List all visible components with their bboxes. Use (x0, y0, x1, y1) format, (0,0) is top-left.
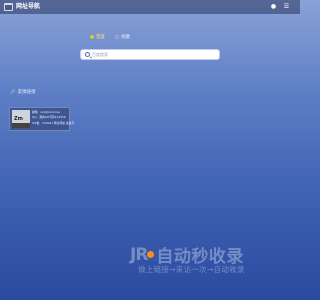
thumbnail-bar (12, 123, 30, 128)
site-logo[interactable] (4, 3, 13, 11)
search-engine-tabs: ● 百度 ○ 谷歌 (90, 34, 130, 42)
site-title[interactable]: 网址导航 (16, 2, 40, 12)
card-thumbnail: Zm (12, 110, 30, 128)
link-card[interactable]: Zm 邮箱：zxx@xxxx.top QQ：我的QQ号码123456 ICP备：… (9, 107, 75, 131)
top-bar: 网址导航 ● ☰ (0, 0, 300, 14)
logo-screen-icon (5, 5, 12, 10)
watermark-subtitle: 做上链接→来访一次→自动收录 (138, 265, 245, 274)
selected-dot-icon: ● (90, 35, 94, 40)
section-header: 🔗 友情链接 (10, 90, 36, 96)
search-icon[interactable] (85, 52, 90, 57)
watermark-jr-icon: JR (130, 244, 148, 265)
card-info: 邮箱：zxx@xxxx.top QQ：我的QQ号码123456 ICP备：XX2… (32, 110, 75, 126)
section-title: 友情链接 (17, 90, 36, 95)
tab-label: 谷歌 (120, 35, 130, 40)
watermark-dot-icon (147, 251, 155, 258)
unselected-dot-icon: ○ (114, 35, 119, 40)
menu-icon[interactable]: ☰ (283, 3, 290, 10)
search-box (80, 49, 220, 60)
thumbnail-text: Zm (14, 116, 23, 122)
tab-google[interactable]: ○ 谷歌 (115, 34, 130, 42)
tab-baidu[interactable]: ● 百度 (90, 34, 105, 42)
card-icp: ICP备：XX2021 网址导航 备案号 (32, 120, 75, 125)
search-input[interactable] (92, 50, 217, 59)
user-icon[interactable]: ● (270, 3, 277, 10)
link-icon: 🔗 (10, 90, 16, 95)
tab-label: 百度 (95, 35, 105, 40)
